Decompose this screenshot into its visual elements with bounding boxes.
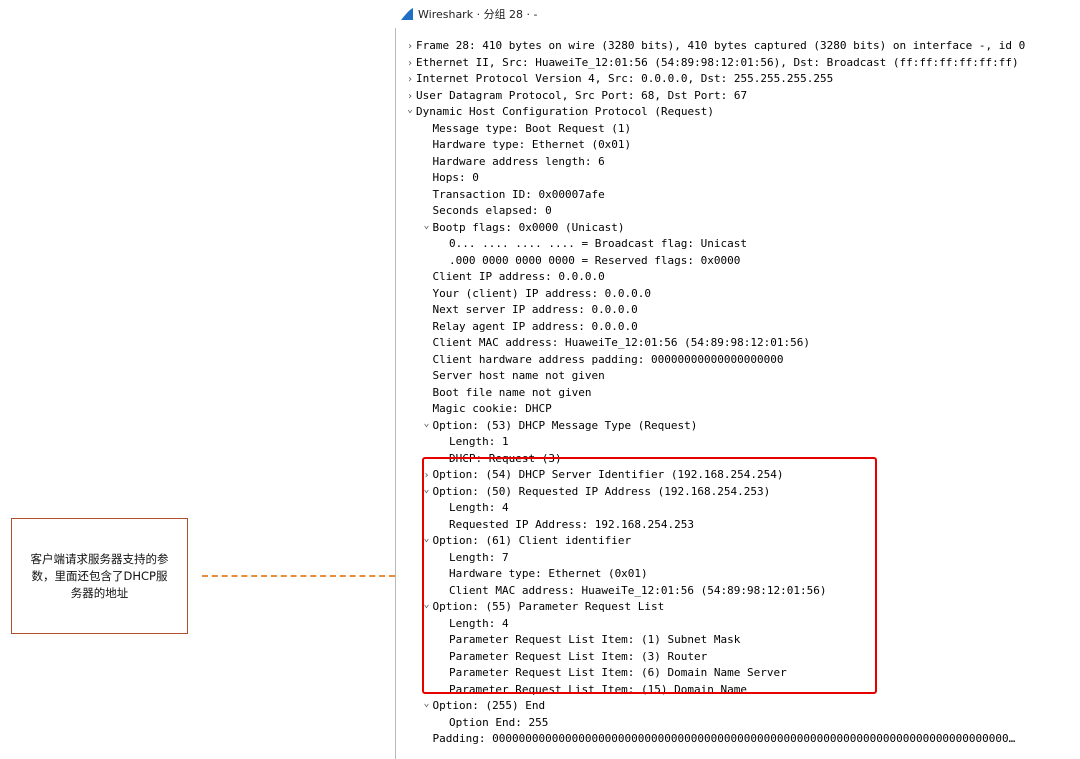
tree-row-text: Bootp flags: 0x0000 (Unicast): [432, 220, 625, 234]
tree-row-text: Client MAC address: HuaweiTe_12:01:56 (5…: [432, 336, 811, 349]
tree-row-text: Option: (53) DHCP Message Type (Request): [432, 418, 698, 432]
chevron-right-icon[interactable]: ›: [404, 56, 416, 73]
tree-row-text: Message type: Boot Request (1): [432, 121, 632, 135]
tree-row-text: Option: (255) End: [432, 699, 546, 712]
tree-row-text: Hops: 0: [432, 171, 479, 184]
tree-row[interactable]: Client hardware address padding: 0000000…: [421, 352, 784, 369]
tree-row[interactable]: ⌄ Option: (255) End: [421, 696, 546, 715]
tree-row-text: Option End: 255: [449, 715, 549, 729]
tree-row[interactable]: 0... .... .... .... = Broadcast flag: Un…: [437, 236, 747, 253]
tree-row[interactable]: Client IP address: 0.0.0.0: [421, 269, 605, 286]
tree-row-text: Boot file name not given: [432, 385, 592, 399]
tree-row[interactable]: Magic cookie: DHCP: [421, 401, 552, 418]
tree-row[interactable]: Client MAC address: HuaweiTe_12:01:56 (5…: [421, 335, 811, 352]
highlight-box: [422, 457, 877, 694]
tree-row-text: Relay agent IP address: 0.0.0.0: [432, 319, 638, 333]
chevron-down-icon[interactable]: ⌄: [404, 102, 416, 119]
tree-row[interactable]: Relay agent IP address: 0.0.0.0: [421, 319, 638, 336]
tree-row-text: Frame 28: 410 bytes on wire (3280 bits),…: [416, 39, 1026, 52]
tree-row[interactable]: Length: 1: [437, 434, 509, 451]
tree-row[interactable]: Next server IP address: 0.0.0.0: [421, 302, 638, 319]
tree-row-text: Transaction ID: 0x00007afe: [432, 187, 605, 201]
window-border: [395, 28, 396, 759]
wireshark-fin-icon: [401, 8, 413, 20]
chevron-right-icon[interactable]: ›: [404, 72, 416, 89]
tree-row-text: Hardware type: Ethernet (0x01): [432, 138, 632, 151]
tree-row-text: Ethernet II, Src: HuaweiTe_12:01:56 (54:…: [416, 55, 1019, 69]
tree-row[interactable]: ⌄ Dynamic Host Configuration Protocol (Re…: [404, 104, 714, 121]
tree-row-text: Server host name not given: [432, 369, 605, 382]
tree-row[interactable]: › User Datagram Protocol, Src Port: 68, D…: [404, 88, 747, 105]
tree-row-text: Hardware address length: 6: [432, 154, 605, 168]
tree-row[interactable]: Your (client) IP address: 0.0.0.0: [421, 286, 652, 303]
annotation-text: 客户端请求服务器支持的参数，里面还包含了DHCP服务器的地址: [30, 551, 169, 600]
tree-row-text: User Datagram Protocol, Src Port: 68, Ds…: [416, 88, 748, 102]
tree-row[interactable]: Server host name not given: [421, 368, 605, 385]
tree-row[interactable]: Hardware type: Ethernet (0x01): [421, 137, 632, 154]
chevron-down-icon[interactable]: ⌄: [421, 218, 433, 235]
tree-row-text: Internet Protocol Version 4, Src: 0.0.0.…: [416, 72, 834, 85]
tree-row-text: Client hardware address padding: 0000000…: [432, 352, 784, 366]
tree-row[interactable]: › Internet Protocol Version 4, Src: 0.0.0…: [404, 71, 833, 88]
window-title: Wireshark · 分组 28 · -: [418, 8, 538, 21]
tree-row[interactable]: Message type: Boot Request (1): [421, 121, 632, 138]
annotation-connector-line: [202, 575, 395, 577]
annotation-callout: 客户端请求服务器支持的参数，里面还包含了DHCP服务器的地址: [11, 518, 188, 634]
tree-row[interactable]: Hardware address length: 6: [421, 154, 605, 171]
tree-row-text: Seconds elapsed: 0: [432, 204, 552, 217]
chevron-down-icon[interactable]: ⌄: [421, 696, 433, 713]
title-bar[interactable]: Wireshark · 分组 28 · -: [395, 0, 1080, 28]
tree-row[interactable]: ⌄ Option: (53) DHCP Message Type (Request…: [421, 416, 698, 435]
tree-row-text: 0... .... .... .... = Broadcast flag: Un…: [449, 237, 748, 250]
tree-row-text: Client IP address: 0.0.0.0: [432, 270, 605, 283]
tree-row-text: Length: 1: [449, 435, 509, 448]
tree-row[interactable]: Transaction ID: 0x00007afe: [421, 187, 605, 204]
tree-row[interactable]: ⌄ Bootp flags: 0x0000 (Unicast): [421, 218, 625, 237]
tree-row-text: Padding: 0000000000000000000000000000000…: [432, 732, 1016, 745]
tree-row-text: Next server IP address: 0.0.0.0: [432, 303, 638, 316]
tree-row[interactable]: Boot file name not given: [421, 385, 592, 402]
chevron-down-icon[interactable]: ⌄: [421, 416, 433, 433]
tree-row-text: Magic cookie: DHCP: [432, 402, 552, 415]
tree-row[interactable]: Hops: 0: [421, 170, 479, 187]
tree-row[interactable]: Seconds elapsed: 0: [421, 203, 552, 220]
tree-row[interactable]: › Ethernet II, Src: HuaweiTe_12:01:56 (54…: [404, 55, 1019, 72]
tree-row-text: .000 0000 0000 0000 = Reserved flags: 0x…: [449, 253, 741, 267]
tree-row[interactable]: Padding: 0000000000000000000000000000000…: [421, 731, 1016, 748]
tree-row[interactable]: Option End: 255: [437, 715, 548, 732]
tree-row[interactable]: › Frame 28: 410 bytes on wire (3280 bits)…: [404, 38, 1025, 55]
tree-row[interactable]: .000 0000 0000 0000 = Reserved flags: 0x…: [437, 253, 740, 270]
tree-row-text: Dynamic Host Configuration Protocol (Req…: [416, 105, 715, 118]
chevron-right-icon[interactable]: ›: [404, 39, 416, 56]
tree-row-text: Your (client) IP address: 0.0.0.0: [432, 286, 652, 300]
